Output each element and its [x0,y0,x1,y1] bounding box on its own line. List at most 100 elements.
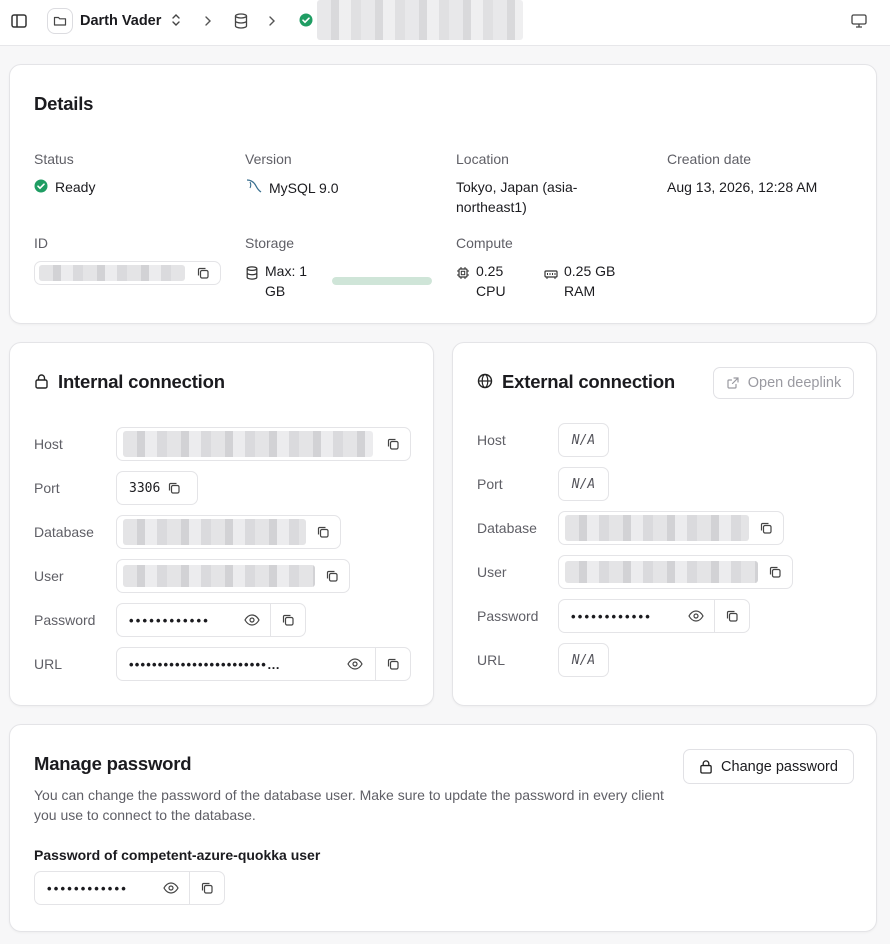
password-value: •••••••••••• [571,608,653,624]
globe-icon [477,373,493,392]
user-field [116,559,350,593]
details-card: Details Status Ready Version MySQL 9.0 L… [9,64,877,324]
version-value: MySQL 9.0 [245,177,339,198]
external-title: External connection [502,371,676,392]
redacted-database [565,515,749,541]
status-value: Ready [34,177,95,197]
location-value: Tokyo, Japan (asia-northeast1) [456,179,578,215]
redacted-breadcrumb[interactable] [317,0,523,40]
check-circle-icon [299,13,313,30]
host-field [116,427,411,461]
manage-password-description: You can change the password of the datab… [34,787,664,823]
project-switcher[interactable]: Darth Vader [47,6,193,36]
external-heading: External connection [477,371,675,393]
copy-icon[interactable] [376,648,410,680]
chevron-right-icon [268,14,276,30]
eye-icon[interactable] [163,882,179,894]
password-value: •••••••••••• [129,612,211,628]
password-label: Password [34,612,96,628]
location-label: Location [456,151,509,167]
internal-heading: Internal connection [34,371,225,393]
url-label: URL [477,652,506,668]
id-label: ID [34,235,48,251]
password-field: •••••••••••• [558,599,750,633]
manage-password-card: Manage password You can change the passw… [9,724,877,932]
database-field [116,515,341,549]
copy-icon[interactable] [160,472,188,504]
eye-icon[interactable] [244,614,260,626]
open-deeplink-button[interactable]: Open deeplink [713,367,854,399]
database-icon [245,265,259,284]
cpu-text: 0.25 CPU [476,263,506,299]
eye-icon[interactable] [688,610,704,622]
cpu-icon [456,266,470,283]
database-field [558,511,784,545]
redacted-user [565,561,759,583]
status-label: Status [34,151,74,167]
copy-icon[interactable] [376,428,410,460]
ram-value: 0.25 GB RAM [544,261,624,301]
copy-icon[interactable] [749,512,783,544]
id-field [34,261,221,285]
copy-icon[interactable] [306,516,340,548]
manage-password-title: Manage password [34,753,192,774]
external-connection-card: External connection Open deeplink Host N… [452,342,877,706]
redacted-host [123,431,373,457]
status-text: Ready [55,179,96,195]
copy-icon[interactable] [186,262,220,284]
url-value: ••••••••••••••••••••••••… [129,656,282,672]
host-label: Host [477,432,506,448]
eye-icon[interactable] [347,658,363,670]
cpu-value: 0.25 CPU [456,261,514,301]
port-label: Port [34,480,60,496]
password-field-label: Password of competent-azure-quokka user [34,847,321,863]
check-circle-icon [34,179,48,196]
copy-icon[interactable] [715,600,749,632]
project-name: Darth Vader [80,13,162,29]
storage-label: Storage [245,235,295,251]
sidebar-toggle-icon[interactable] [10,12,28,30]
redacted-id [39,265,185,281]
database-label: Database [477,520,537,536]
copy-icon[interactable] [315,560,349,592]
version-label: Version [245,151,292,167]
database-icon[interactable] [233,12,249,33]
storage-text: Max: 1 GB [265,263,308,299]
creation-date-label: Creation date [667,151,752,167]
redacted-user [123,565,316,587]
lock-icon [34,373,49,392]
host-label: Host [34,436,63,452]
port-value: 3306 [129,480,161,496]
lock-icon [699,759,713,774]
user-password-field: •••••••••••• [34,871,225,905]
url-label: URL [34,656,63,672]
chevron-right-icon [204,14,212,30]
change-password-label: Change password [721,758,838,775]
url-field: N/A [558,643,609,677]
memory-icon [544,267,558,283]
internal-title: Internal connection [58,371,225,392]
internal-connection-card: Internal connection Host Port 3306 Datab… [9,342,434,706]
monitor-icon[interactable] [850,13,868,32]
database-label: Database [34,524,94,540]
port-value: N/A [571,476,596,492]
copy-icon[interactable] [758,556,792,588]
user-label: User [34,568,64,584]
host-field: N/A [558,423,609,457]
storage-usage-fill [332,277,432,285]
external-link-icon [726,376,740,390]
copy-icon[interactable] [190,872,224,904]
ram-text: 0.25 GB RAM [564,263,616,299]
version-text: MySQL 9.0 [269,179,339,196]
password-field: •••••••••••• [116,603,306,637]
change-password-button[interactable]: Change password [683,749,854,784]
user-label: User [477,564,507,580]
port-field: N/A [558,467,609,501]
user-field [558,555,793,589]
storage-usage-bar [332,277,432,285]
compute-label: Compute [456,235,513,251]
copy-icon[interactable] [271,604,305,636]
url-value: N/A [571,652,596,668]
url-field: ••••••••••••••••••••••••… [116,647,411,681]
top-bar: Darth Vader [0,0,890,46]
